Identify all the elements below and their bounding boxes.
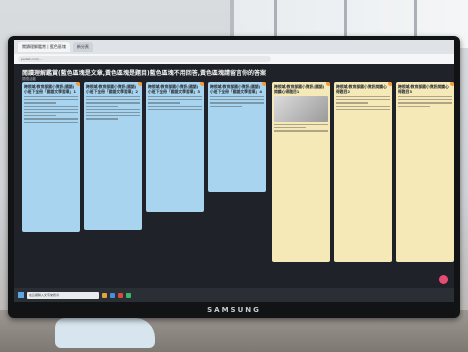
monitor-brand: SAMSUNG bbox=[207, 306, 261, 314]
card[interactable]: 跨領域/教育部國小資訊閱讀心得題目2 bbox=[334, 82, 392, 262]
card-title: 跨領域/教育部國小資訊(國語)小班下全冊「國語文學習單」4 bbox=[210, 84, 263, 94]
monitor: 閱讀理解鑑賞 | 藍色區塊 新分頁 padlet.com/... 閱讀理解鑑賞(… bbox=[8, 36, 460, 318]
taskbar-search-input[interactable]: 在這裡輸入文字來搜尋 bbox=[27, 291, 99, 299]
app-icon[interactable] bbox=[118, 292, 123, 298]
card[interactable]: 跨領域/教育部國小資訊(國語)小班下全冊「國語文學習單」4 bbox=[208, 82, 266, 192]
card-title: 跨領域/教育部國小資訊(國語)閱讀心得題目1 bbox=[274, 84, 325, 94]
number-badge bbox=[76, 82, 80, 86]
number-badge bbox=[200, 82, 204, 86]
card-title: 跨領域/教育部國小資訊閱讀心得題目2 bbox=[336, 84, 387, 94]
address-bar: padlet.com/... bbox=[14, 54, 454, 64]
tab-new[interactable]: 新分頁 bbox=[72, 42, 93, 52]
start-icon[interactable] bbox=[18, 292, 24, 298]
card-title: 跨領域/教育部國小資訊(國語)小班下全冊「國語文學習單」2 bbox=[86, 84, 139, 94]
app-icon[interactable] bbox=[126, 292, 131, 298]
add-post-button[interactable] bbox=[439, 275, 448, 284]
card-title: 跨領域/教育部國小資訊(國語)小班下全冊「國語文學習單」3 bbox=[148, 84, 201, 94]
card-title: 跨領域/教育部國小資訊(國語)小班下全冊「國語文學習單」1 bbox=[24, 84, 77, 94]
cloth bbox=[55, 318, 155, 348]
tab-active[interactable]: 閱讀理解鑑賞 | 藍色區塊 bbox=[18, 42, 70, 52]
url-field[interactable]: padlet.com/... bbox=[18, 56, 271, 62]
browser-icon[interactable] bbox=[110, 292, 115, 298]
number-badge bbox=[326, 82, 330, 86]
card[interactable]: 跨領域/教育部國小資訊閱讀心得題目3 bbox=[396, 82, 454, 262]
folder-icon[interactable] bbox=[102, 292, 107, 298]
board-title: 閱讀理解鑑賞(藍色區塊是文章,黃色區塊是題目)藍色區塊不用回答,黃色區塊請留言你… bbox=[22, 70, 267, 77]
number-badge bbox=[262, 82, 266, 86]
card[interactable]: 跨領域/教育部國小資訊(國語)小班下全冊「國語文學習單」1 bbox=[22, 82, 80, 232]
number-badge bbox=[138, 82, 142, 86]
card[interactable]: 跨領域/教育部國小資訊(國語)小班下全冊「國語文學習單」2 bbox=[84, 82, 142, 230]
card-title: 跨領域/教育部國小資訊閱讀心得題目3 bbox=[398, 84, 449, 94]
browser-tab-strip: 閱讀理解鑑賞 | 藍色區塊 新分頁 bbox=[14, 40, 454, 54]
number-badge bbox=[388, 82, 392, 86]
screen: 閱讀理解鑑賞 | 藍色區塊 新分頁 padlet.com/... 閱讀理解鑑賞(… bbox=[14, 40, 454, 302]
card-columns: 跨領域/教育部國小資訊(國語)小班下全冊「國語文學習單」1 跨領域/教育部國小資… bbox=[22, 82, 454, 286]
card-image bbox=[274, 96, 328, 122]
card[interactable]: 跨領域/教育部國小資訊(國語)小班下全冊「國語文學習單」3 bbox=[146, 82, 204, 212]
number-badge bbox=[450, 82, 454, 86]
taskbar: 在這裡輸入文字來搜尋 bbox=[14, 288, 454, 302]
card[interactable]: 跨領域/教育部國小資訊(國語)閱讀心得題目1 bbox=[272, 82, 330, 262]
